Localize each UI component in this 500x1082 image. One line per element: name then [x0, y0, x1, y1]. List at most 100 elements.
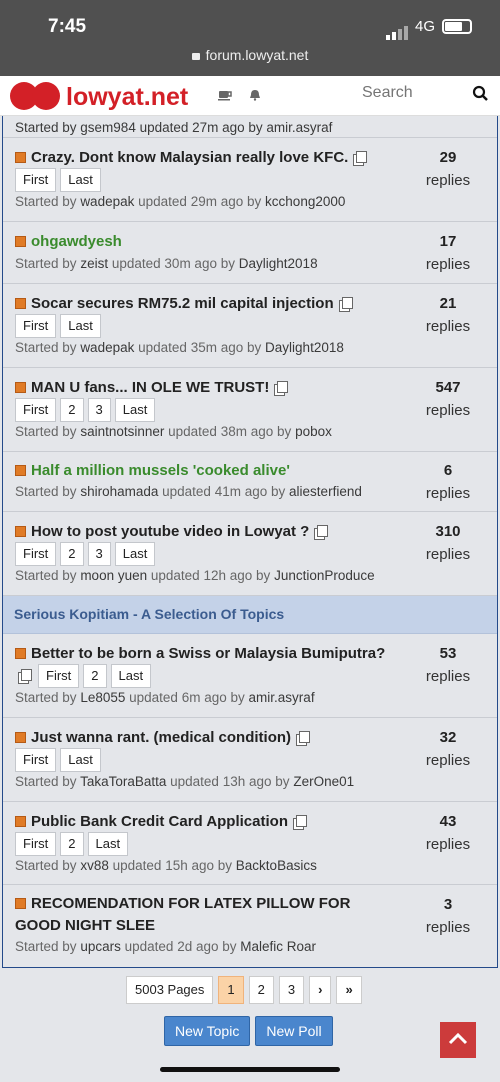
topic-row[interactable]: Better to be born a Swiss or Malaysia Bu…: [3, 634, 497, 718]
search-icon[interactable]: [472, 85, 490, 103]
reply-count: 6 replies: [425, 462, 471, 502]
preview-icon[interactable]: [295, 815, 307, 828]
starter-link[interactable]: moon yuen: [80, 568, 147, 583]
topic-row[interactable]: Public Bank Credit Card Application Firs…: [3, 802, 497, 885]
site-logo[interactable]: lowyat.net: [10, 81, 188, 116]
last-poster-link[interactable]: Daylight2018: [265, 340, 344, 355]
section-title: Serious Kopitiam - A Selection Of Topics: [14, 606, 285, 622]
topic-title[interactable]: ohgawdyesh: [15, 233, 122, 250]
starter-link[interactable]: zeist: [80, 256, 108, 271]
topic-title[interactable]: Just wanna rant. (medical condition): [15, 729, 311, 746]
network-label: 4G: [415, 18, 436, 35]
preview-icon[interactable]: [317, 525, 329, 538]
last-poster-link[interactable]: pobox: [295, 424, 332, 439]
last-poster-link[interactable]: kcchong2000: [265, 194, 345, 209]
starter-link[interactable]: shirohamada: [80, 484, 158, 499]
topic-title[interactable]: Public Bank Credit Card Application: [15, 813, 307, 830]
last-poster-link[interactable]: aliesterfiend: [289, 484, 362, 499]
topic-title[interactable]: How to post youtube video in Lowyat ?: [15, 523, 329, 540]
starter-link[interactable]: wadepak: [80, 340, 134, 355]
last-page-icon[interactable]: »: [336, 976, 362, 1004]
page-2-link[interactable]: 2: [60, 398, 84, 422]
starter-link[interactable]: Le8055: [80, 690, 125, 705]
topic-row[interactable]: Half a million mussels 'cooked alive' St…: [3, 452, 497, 512]
starter-link[interactable]: saintnotsinner: [80, 424, 164, 439]
page-3-link[interactable]: 3: [87, 398, 111, 422]
scroll-to-top-button[interactable]: [440, 1022, 476, 1058]
section-header[interactable]: Serious Kopitiam - A Selection Of Topics: [3, 596, 497, 634]
url-bar[interactable]: forum.lowyat.net: [0, 47, 500, 63]
page-first-link[interactable]: First: [15, 542, 57, 566]
page-2-link[interactable]: 2: [60, 542, 84, 566]
topic-title[interactable]: MAN U fans... IN OLE WE TRUST!: [15, 379, 289, 396]
page-2-link[interactable]: 2: [60, 832, 84, 856]
topic-title[interactable]: Half a million mussels 'cooked alive': [15, 462, 290, 479]
starter-link[interactable]: wadepak: [80, 194, 134, 209]
reply-count: 43 replies: [425, 813, 471, 853]
topic-hot-icon: [15, 525, 26, 537]
page-last-link[interactable]: Last: [60, 314, 101, 338]
new-topic-button[interactable]: New Topic: [164, 1016, 251, 1046]
reply-count: 547 replies: [425, 379, 471, 419]
last-poster-link[interactable]: Daylight2018: [239, 256, 318, 271]
page-2-link[interactable]: 2: [83, 664, 107, 688]
preview-icon[interactable]: [299, 731, 311, 744]
preview-icon[interactable]: [341, 297, 353, 310]
topic-hot-icon: [15, 897, 26, 909]
page-first-link[interactable]: First: [15, 832, 57, 856]
topic-hot-icon: [15, 731, 26, 743]
topic-meta: Started by saintnotsinner updated 38m ag…: [15, 424, 332, 439]
page-3-button[interactable]: 3: [278, 976, 305, 1004]
starter-link[interactable]: xv88: [80, 858, 109, 873]
starter-link[interactable]: TakaToraBatta: [80, 774, 166, 789]
reply-count: 21 replies: [425, 295, 471, 335]
topic-meta: Started by xv88 updated 15h ago by Backt…: [15, 858, 317, 873]
page-2-button[interactable]: 2: [248, 976, 274, 1004]
topic-title[interactable]: Crazy. Dont know Malaysian really love K…: [15, 149, 368, 166]
page-first-link[interactable]: First: [15, 398, 57, 422]
starter-link[interactable]: upcars: [80, 939, 121, 954]
topic-row[interactable]: MAN U fans... IN OLE WE TRUST! First 2 3…: [3, 368, 497, 452]
topic-meta: Started by upcars updated 2d ago by Male…: [15, 939, 317, 954]
last-poster-link[interactable]: amir.asyraf: [249, 690, 315, 705]
preview-icon[interactable]: [21, 669, 32, 681]
page-last-link[interactable]: Last: [114, 542, 156, 566]
topic-row[interactable]: Socar secures RM75.2 mil capital injecti…: [3, 284, 497, 368]
preview-icon[interactable]: [356, 151, 368, 164]
page-last-link[interactable]: Last: [110, 664, 152, 688]
next-page-icon[interactable]: ›: [309, 976, 332, 1004]
last-poster-link[interactable]: BacktoBasics: [236, 858, 317, 873]
page-1-button[interactable]: 1: [218, 976, 244, 1004]
last-poster-link[interactable]: JunctionProduce: [274, 568, 375, 583]
page-first-link[interactable]: First: [15, 748, 57, 772]
page-3-link[interactable]: 3: [87, 542, 111, 566]
page-last-link[interactable]: Last: [114, 398, 156, 422]
topic-row-partial[interactable]: Started by gsem984 updated 27m ago by am…: [3, 116, 497, 138]
search-input[interactable]: [362, 84, 462, 102]
topic-pages: First Last: [15, 748, 101, 772]
new-poll-button[interactable]: New Poll: [255, 1016, 333, 1046]
topic-row[interactable]: How to post youtube video in Lowyat ? Fi…: [3, 512, 497, 596]
topic-meta: Started by zeist updated 30m ago by Dayl…: [15, 256, 318, 271]
last-poster-link[interactable]: Malefic Roar: [240, 939, 316, 954]
page-last-link[interactable]: Last: [60, 168, 101, 192]
topic-title[interactable]: Socar secures RM75.2 mil capital injecti…: [15, 295, 353, 312]
topic-title[interactable]: RECOMENDATION FOR LATEX PILLOW FOR GOOD …: [15, 893, 385, 937]
page-first-link[interactable]: First: [38, 664, 80, 688]
page-first-link[interactable]: First: [15, 168, 57, 192]
page-last-link[interactable]: Last: [60, 748, 101, 772]
topic-row[interactable]: RECOMENDATION FOR LATEX PILLOW FOR GOOD …: [3, 885, 497, 967]
topic-row[interactable]: ohgawdyesh Started by zeist updated 30m …: [3, 222, 497, 284]
last-poster-link[interactable]: ZerOne01: [293, 774, 354, 789]
coffee-cup-icon[interactable]: [218, 89, 232, 101]
topic-hot-icon: [15, 297, 26, 309]
topic-title[interactable]: Better to be born a Swiss or Malaysia Bu…: [15, 645, 385, 662]
page-first-link[interactable]: First: [15, 314, 57, 338]
page-last-link[interactable]: Last: [87, 832, 129, 856]
home-indicator[interactable]: [160, 1067, 340, 1072]
bell-icon[interactable]: [248, 89, 262, 101]
topic-list: Started by gsem984 updated 27m ago by am…: [2, 116, 498, 968]
topic-row[interactable]: Crazy. Dont know Malaysian really love K…: [3, 138, 497, 222]
topic-row[interactable]: Just wanna rant. (medical condition) Fir…: [3, 718, 497, 802]
preview-icon[interactable]: [277, 381, 289, 394]
